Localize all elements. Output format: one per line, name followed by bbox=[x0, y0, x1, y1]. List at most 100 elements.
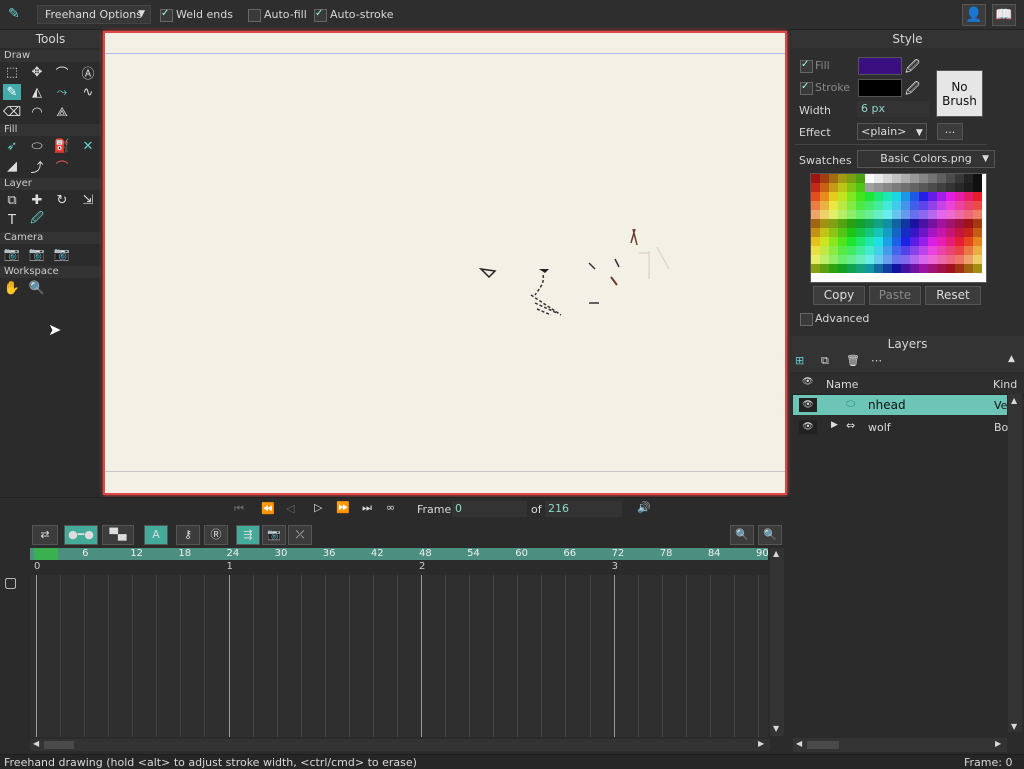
weld-ends-checkbox[interactable] bbox=[160, 8, 173, 22]
more-options-icon[interactable]: ⋯ bbox=[871, 354, 882, 367]
palette-swatch[interactable] bbox=[892, 228, 901, 237]
palette-swatch[interactable] bbox=[910, 210, 919, 219]
palette-swatch[interactable] bbox=[946, 219, 955, 228]
magnet-icon[interactable]: ◠ bbox=[28, 104, 46, 120]
color-palette[interactable] bbox=[810, 173, 987, 283]
layer-row-wolf[interactable]: 👁 ▶ ⇔ wolf Bo bbox=[793, 417, 1008, 437]
palette-swatch[interactable] bbox=[874, 174, 883, 183]
palette-swatch[interactable] bbox=[874, 228, 883, 237]
palette-swatch[interactable] bbox=[973, 246, 982, 255]
create-shape-icon[interactable]: ⬭ bbox=[28, 138, 46, 154]
palette-swatch[interactable] bbox=[928, 192, 937, 201]
palette-swatch[interactable] bbox=[874, 183, 883, 192]
transform-icon[interactable]: ⟁ bbox=[53, 104, 71, 120]
zoom-in-icon[interactable]: 🔍 bbox=[758, 525, 782, 545]
palette-swatch[interactable] bbox=[955, 264, 964, 273]
palette-swatch[interactable] bbox=[829, 246, 838, 255]
palette-swatch[interactable] bbox=[955, 201, 964, 210]
palette-swatch[interactable] bbox=[847, 246, 856, 255]
palette-swatch[interactable] bbox=[937, 237, 946, 246]
palette-swatch[interactable] bbox=[928, 237, 937, 246]
palette-swatch[interactable] bbox=[901, 237, 910, 246]
palette-swatch[interactable] bbox=[838, 210, 847, 219]
palette-swatch[interactable] bbox=[901, 183, 910, 192]
palette-swatch[interactable] bbox=[919, 183, 928, 192]
trash-icon[interactable]: 🗑 bbox=[846, 354, 860, 367]
palette-swatch[interactable] bbox=[964, 192, 973, 201]
scroll-thumb[interactable] bbox=[44, 741, 74, 749]
onion-skin-icon[interactable]: ▀▄ bbox=[102, 525, 134, 545]
total-frames-input[interactable]: 216 bbox=[545, 501, 622, 517]
palette-swatch[interactable] bbox=[937, 264, 946, 273]
text-icon[interactable]: T bbox=[3, 212, 21, 228]
camera-keys-icon[interactable]: 📷 bbox=[262, 525, 286, 545]
freehand-icon[interactable]: ✎ bbox=[3, 84, 21, 100]
timeline-grid[interactable] bbox=[30, 575, 768, 737]
palette-swatch[interactable] bbox=[910, 255, 919, 264]
palette-swatch[interactable] bbox=[856, 237, 865, 246]
palette-swatch[interactable] bbox=[865, 237, 874, 246]
palette-swatch[interactable] bbox=[901, 219, 910, 228]
palette-swatch[interactable] bbox=[955, 174, 964, 183]
rotate-layer-icon[interactable]: ↻ bbox=[53, 192, 71, 208]
palette-swatch[interactable] bbox=[919, 192, 928, 201]
palette-swatch[interactable] bbox=[910, 219, 919, 228]
palette-swatch[interactable] bbox=[874, 237, 883, 246]
hand-icon[interactable]: ✋ bbox=[3, 280, 21, 296]
palette-swatch[interactable] bbox=[937, 174, 946, 183]
book-icon[interactable]: 📖 bbox=[992, 4, 1016, 26]
palette-swatch[interactable] bbox=[820, 237, 829, 246]
palette-swatch[interactable] bbox=[946, 228, 955, 237]
palette-swatch[interactable] bbox=[964, 255, 973, 264]
palette-swatch[interactable] bbox=[856, 183, 865, 192]
palette-swatch[interactable] bbox=[811, 183, 820, 192]
no-brush-button[interactable]: No Brush bbox=[936, 70, 983, 117]
scale-layer-icon[interactable]: ⇲ bbox=[79, 192, 97, 208]
eye-icon[interactable]: 👁 bbox=[799, 420, 817, 434]
palette-swatch[interactable] bbox=[883, 228, 892, 237]
prev-keyframe-icon[interactable]: ⏪ bbox=[261, 502, 275, 515]
palette-swatch[interactable] bbox=[865, 246, 874, 255]
palette-swatch[interactable] bbox=[937, 210, 946, 219]
scroll-right-icon[interactable]: ▶ bbox=[758, 739, 764, 748]
palette-swatch[interactable] bbox=[838, 219, 847, 228]
palette-swatch[interactable] bbox=[856, 210, 865, 219]
duplicate-layer-icon[interactable]: ⧉ bbox=[821, 354, 829, 368]
palette-swatch[interactable] bbox=[865, 201, 874, 210]
palette-swatch[interactable] bbox=[901, 201, 910, 210]
palette-swatch[interactable] bbox=[838, 264, 847, 273]
palette-swatch[interactable] bbox=[820, 255, 829, 264]
palette-swatch[interactable] bbox=[955, 183, 964, 192]
palette-swatch[interactable] bbox=[910, 228, 919, 237]
effect-more-button[interactable]: ... bbox=[937, 123, 963, 140]
palette-swatch[interactable] bbox=[883, 201, 892, 210]
palette-swatch[interactable] bbox=[856, 201, 865, 210]
palette-swatch[interactable] bbox=[811, 246, 820, 255]
palette-swatch[interactable] bbox=[892, 219, 901, 228]
swatches-dropdown[interactable]: Basic Colors.png ▼ bbox=[857, 150, 995, 168]
palette-swatch[interactable] bbox=[901, 264, 910, 273]
palette-swatch[interactable] bbox=[937, 246, 946, 255]
palette-swatch[interactable] bbox=[811, 174, 820, 183]
palette-swatch[interactable] bbox=[973, 174, 982, 183]
loop-toggle-icon[interactable]: ⇄ bbox=[32, 525, 58, 545]
palette-swatch[interactable] bbox=[955, 192, 964, 201]
interpolation-icon[interactable]: ●━● bbox=[64, 525, 98, 545]
palette-swatch[interactable] bbox=[910, 174, 919, 183]
paste-button[interactable]: Paste bbox=[869, 286, 921, 305]
palette-swatch[interactable] bbox=[919, 174, 928, 183]
palette-swatch[interactable] bbox=[829, 228, 838, 237]
palette-swatch[interactable] bbox=[901, 228, 910, 237]
palette-swatch[interactable] bbox=[946, 246, 955, 255]
palette-swatch[interactable] bbox=[865, 228, 874, 237]
palette-swatch[interactable] bbox=[865, 174, 874, 183]
palette-swatch[interactable] bbox=[937, 219, 946, 228]
palette-swatch[interactable] bbox=[883, 183, 892, 192]
palette-swatch[interactable] bbox=[919, 210, 928, 219]
palette-swatch[interactable] bbox=[811, 210, 820, 219]
palette-swatch[interactable] bbox=[838, 255, 847, 264]
fill-eyedropper-icon[interactable]: 🖉 bbox=[905, 56, 920, 80]
palette-swatch[interactable] bbox=[829, 237, 838, 246]
palette-swatch[interactable] bbox=[838, 201, 847, 210]
palette-swatch[interactable] bbox=[955, 246, 964, 255]
